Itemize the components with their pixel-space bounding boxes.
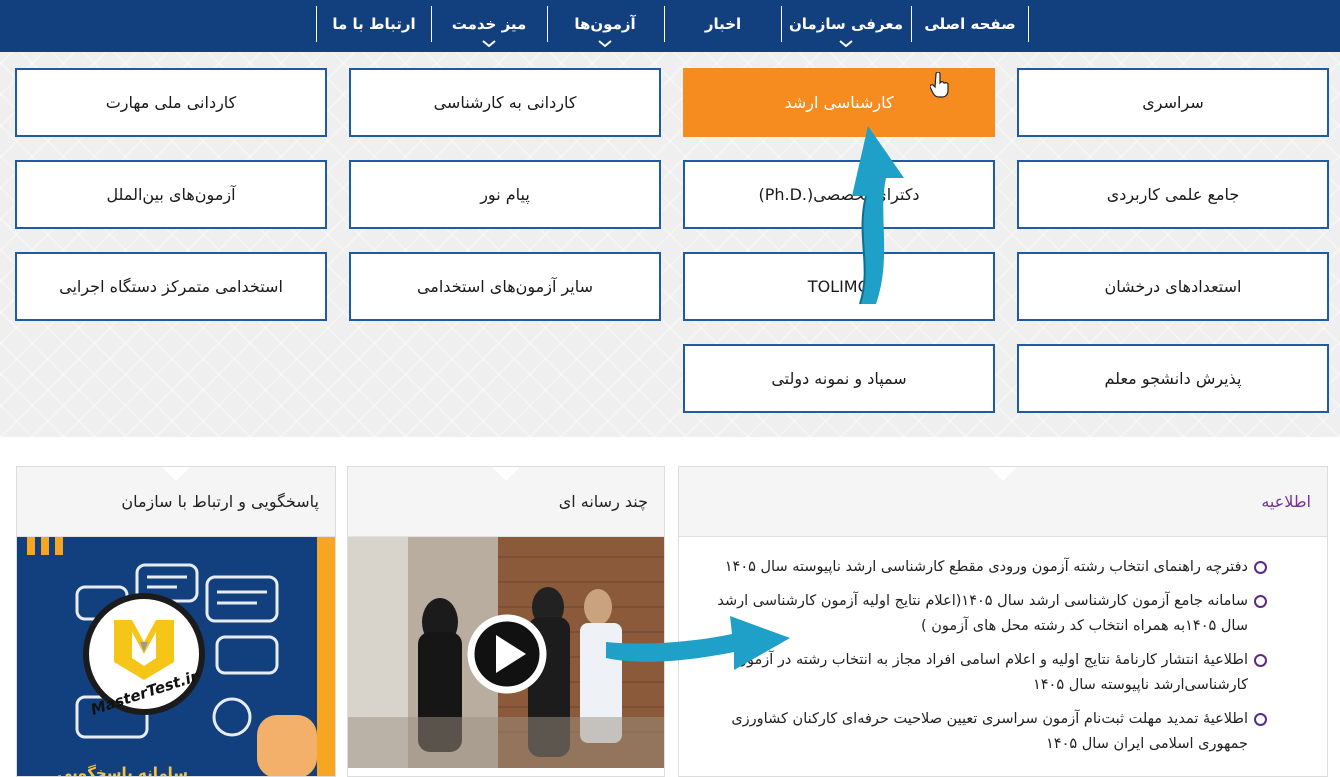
nav-separator xyxy=(911,6,912,42)
news-item[interactable]: اطلاعیهٔ تمدید مهلت ثبت‌نام آزمون سراسری… xyxy=(701,707,1267,757)
news-item-text: اطلاعیهٔ تمدید مهلت ثبت‌نام آزمون سراسری… xyxy=(731,711,1248,752)
tile-label: پیام نور xyxy=(480,185,530,204)
tile-associate-to-bachelor[interactable]: کاردانی به کارشناسی xyxy=(349,68,661,137)
media-panel-header: چند رسانه ای xyxy=(348,467,664,537)
nav-item-contact[interactable]: ارتباط با ما xyxy=(318,6,430,42)
mastertest-logo: MasterTest.ir xyxy=(83,593,205,716)
nav-item-label: میز خدمت xyxy=(451,15,527,33)
tile-label: کاردانی ملی مهارت xyxy=(105,93,237,112)
nav-separator xyxy=(431,6,432,42)
nav-separator xyxy=(781,6,782,42)
nav-separator xyxy=(547,6,548,42)
bullet-circle-icon xyxy=(1254,713,1267,726)
tile-label: کاردانی به کارشناسی xyxy=(433,93,577,112)
tile-label: پذیرش دانشجو معلم xyxy=(1104,369,1242,388)
tile-label: کارشناسی ارشد xyxy=(784,93,894,112)
bullet-circle-icon xyxy=(1254,561,1267,574)
annotation-arrow-right-icon xyxy=(606,616,790,670)
chevron-down-icon xyxy=(839,40,853,48)
annotation-arrow-up-icon xyxy=(852,126,904,305)
support-panel-header: پاسخگویی و ارتباط با سازمان xyxy=(17,467,335,537)
nav-separator xyxy=(664,6,665,42)
media-panel-title: چند رسانه ای xyxy=(558,492,648,511)
news-item-text: دفترچه راهنمای انتخاب رشته آزمون ورودی م… xyxy=(724,559,1248,575)
nav-separator xyxy=(1028,6,1029,42)
news-panel-header: اطلاعیه xyxy=(679,467,1327,537)
nav-item-label: ارتباط با ما xyxy=(332,15,416,33)
nav-item-home[interactable]: صفحه اصلی xyxy=(912,6,1028,42)
nav-item-label: اخبار xyxy=(704,15,742,33)
nav-item-about[interactable]: معرفی سازمان xyxy=(782,6,910,48)
chevron-down-icon xyxy=(598,40,612,48)
tile-international-exams[interactable]: آزمون‌های بین‌الملل xyxy=(15,160,327,229)
bullet-circle-icon xyxy=(1254,654,1267,667)
top-navigation: صفحه اصلی معرفی سازمان اخبار آزمون‌ها می… xyxy=(0,0,1340,52)
nav-item-label: صفحه اصلی xyxy=(924,15,1016,33)
tile-teacher-student[interactable]: پذیرش دانشجو معلم xyxy=(1017,344,1329,413)
tile-applied-science[interactable]: جامع علمی کاربردی xyxy=(1017,160,1329,229)
hand-cursor-icon xyxy=(930,72,949,98)
nav-item-exams[interactable]: آزمون‌ها xyxy=(548,6,662,48)
panel-notch xyxy=(162,467,190,481)
tile-other-employment-exams[interactable]: سایر آزمون‌های استخدامی xyxy=(349,252,661,321)
tile-label: سراسری xyxy=(1142,93,1204,112)
tile-sarasari[interactable]: سراسری xyxy=(1017,68,1329,137)
nav-separator xyxy=(316,6,317,42)
nav-item-label: آزمون‌ها xyxy=(574,15,636,33)
tile-talented[interactable]: استعدادهای درخشان xyxy=(1017,252,1329,321)
tile-payame-noor[interactable]: پیام نور xyxy=(349,160,661,229)
tile-label: استعدادهای درخشان xyxy=(1104,277,1242,296)
tile-central-employment[interactable]: استخدامی متمرکز دستگاه اجرایی xyxy=(15,252,327,321)
nav-item-service-desk[interactable]: میز خدمت xyxy=(432,6,546,48)
support-caption: سامانه پاسخگویی xyxy=(57,764,189,777)
nav-item-news[interactable]: اخبار xyxy=(666,6,780,42)
bullet-circle-icon xyxy=(1254,595,1267,608)
news-item[interactable]: دفترچه راهنمای انتخاب رشته آزمون ورودی م… xyxy=(701,555,1267,580)
news-panel-title: اطلاعیه xyxy=(1261,492,1311,511)
tile-national-skill-associate[interactable]: کاردانی ملی مهارت xyxy=(15,68,327,137)
nav-item-label: معرفی سازمان xyxy=(788,15,904,33)
panel-notch xyxy=(989,467,1017,481)
tile-label: آزمون‌های بین‌الملل xyxy=(106,185,236,204)
support-panel-title: پاسخگویی و ارتباط با سازمان xyxy=(121,492,319,511)
tile-label: استخدامی متمرکز دستگاه اجرایی xyxy=(59,277,283,296)
tile-label: سمپاد و نمونه دولتی xyxy=(771,369,907,388)
chevron-down-icon xyxy=(482,40,496,48)
tile-label: سایر آزمون‌های استخدامی xyxy=(416,277,594,296)
panel-notch xyxy=(492,467,520,481)
tile-label: جامع علمی کاربردی xyxy=(1106,185,1240,204)
tile-sampad[interactable]: سمپاد و نمونه دولتی xyxy=(683,344,995,413)
play-icon[interactable] xyxy=(466,613,548,695)
